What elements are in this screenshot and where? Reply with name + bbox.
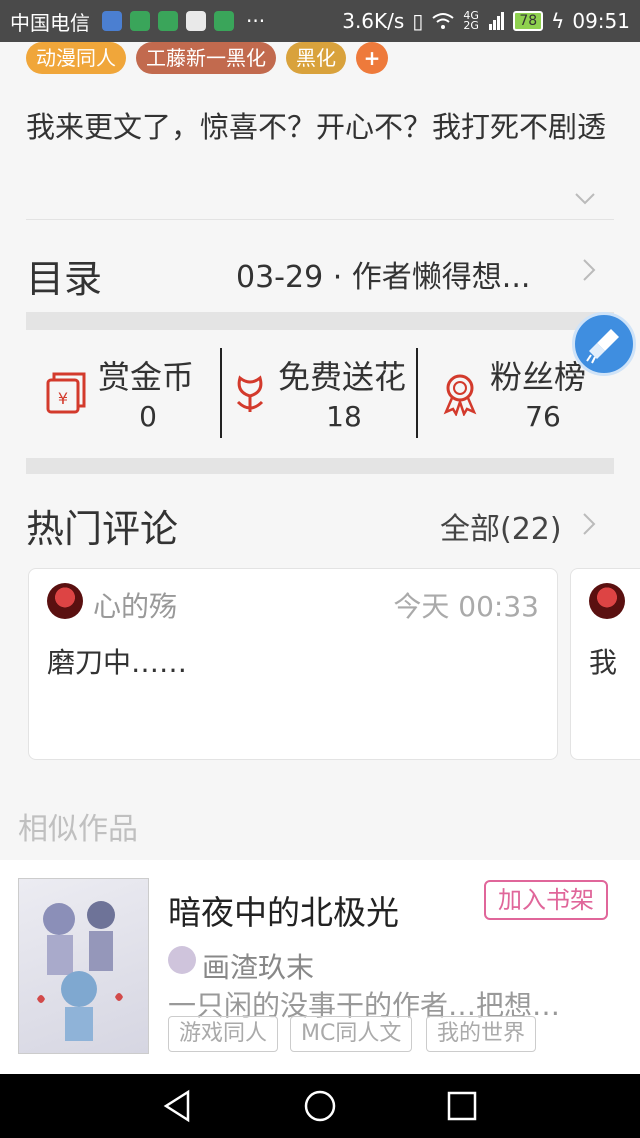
- chevron-right-icon[interactable]: [582, 512, 596, 536]
- battery-icon: 78: [513, 11, 544, 31]
- book-tag[interactable]: 游戏同人: [168, 1016, 279, 1052]
- app-notification-icon: [214, 11, 234, 31]
- stat-label: 粉丝榜: [490, 358, 587, 396]
- broom-icon: [586, 329, 619, 364]
- network-type: 4G 2G: [463, 9, 479, 32]
- book-tag[interactable]: 我的世界: [426, 1016, 537, 1052]
- reward-coin-icon: ¥: [46, 372, 86, 414]
- add-tag-button[interactable]: +: [356, 42, 388, 74]
- reward-coin-stat[interactable]: ¥ 赏金币 0: [26, 340, 222, 440]
- book-title[interactable]: 暗夜中的北极光: [168, 886, 399, 934]
- chevron-right-icon: [583, 259, 596, 281]
- chevron-down-icon[interactable]: [574, 192, 596, 206]
- back-icon[interactable]: [160, 1088, 196, 1124]
- hot-comments-title: 热门评论: [26, 507, 179, 551]
- similar-works-title: 相似作品: [18, 812, 138, 847]
- status-bar: 中国电信 ··· 3.6K/s ▯ 4G 2G 78 ϟ 09:51: [0, 0, 640, 42]
- flower-icon: [236, 375, 264, 412]
- comment-text: 磨刀中……: [47, 646, 188, 679]
- comment-card[interactable]: 我: [570, 568, 640, 760]
- clock: 09:51: [572, 9, 630, 33]
- similar-book-item[interactable]: 暗夜中的北极光 加入书架 画渣玖末 一只闲的没事干的作者…把想… 游戏同人 MC…: [0, 860, 640, 1074]
- free-flower-stat[interactable]: 免费送花 18: [222, 340, 418, 440]
- tag-chip[interactable]: 工藤新一黑化: [136, 42, 276, 74]
- home-icon[interactable]: [302, 1088, 338, 1124]
- tag-list: 动漫同人 工藤新一黑化 黑化 +: [26, 42, 388, 74]
- signal-icon: [489, 12, 505, 30]
- add-to-shelf-button[interactable]: 加入书架: [484, 880, 608, 920]
- comment-username[interactable]: 心的殇: [93, 585, 177, 625]
- app-notification-icon: [130, 11, 150, 31]
- stat-label: 赏金币: [98, 358, 195, 396]
- stat-value: 18: [326, 400, 362, 433]
- stat-value: 76: [525, 400, 561, 433]
- tag-chip[interactable]: 动漫同人: [26, 42, 126, 74]
- all-comments-link[interactable]: 全部(22): [440, 504, 562, 548]
- table-of-contents-row[interactable]: 目录 03-29 · 作者懒得想...: [26, 240, 614, 301]
- book-cover-image[interactable]: [18, 878, 149, 1054]
- section-separator: [26, 312, 614, 330]
- comment-text: 我: [589, 646, 618, 679]
- more-notifications-icon: ···: [246, 9, 266, 33]
- book-author[interactable]: 画渣玖末: [202, 946, 314, 986]
- avatar[interactable]: [589, 583, 625, 619]
- section-separator: [26, 458, 614, 474]
- comment-card[interactable]: 心的殇 今天 00:33 磨刀中……: [28, 568, 558, 760]
- carrier-label: 中国电信: [10, 10, 90, 35]
- stats-bar: ¥ 赏金币 0 免费送花 18 粉丝榜 76: [26, 340, 614, 440]
- vibrate-icon: ▯: [412, 9, 424, 33]
- browser-notification-icon: [186, 11, 206, 31]
- svg-text:¥: ¥: [58, 389, 68, 408]
- work-summary: 我来更文了，惊喜不？开心不？我打死不剧透: [26, 110, 607, 144]
- charging-icon: ϟ: [551, 9, 565, 33]
- app-notification-icon: [158, 11, 178, 31]
- system-navigation-bar: [0, 1074, 640, 1138]
- recents-icon[interactable]: [444, 1088, 480, 1124]
- stat-value: 0: [139, 400, 157, 433]
- comment-time: 今天 00:33: [393, 590, 539, 623]
- cover-illustration: [37, 901, 123, 1041]
- divider: [26, 219, 614, 220]
- network-speed: 3.6K/s: [342, 9, 405, 33]
- tag-chip[interactable]: 黑化: [286, 42, 346, 74]
- stat-label: 免费送花: [278, 358, 407, 396]
- floating-clean-button[interactable]: [572, 312, 636, 376]
- medal-icon: [443, 374, 477, 416]
- book-tag[interactable]: MC同人文: [290, 1016, 413, 1052]
- latest-chapter: 03-29 · 作者懒得想...: [236, 260, 531, 295]
- app-notification-icon: [102, 11, 122, 31]
- wifi-icon: [432, 13, 454, 29]
- avatar[interactable]: [47, 583, 83, 619]
- author-avatar: [168, 946, 196, 974]
- toc-title: 目录: [26, 257, 103, 301]
